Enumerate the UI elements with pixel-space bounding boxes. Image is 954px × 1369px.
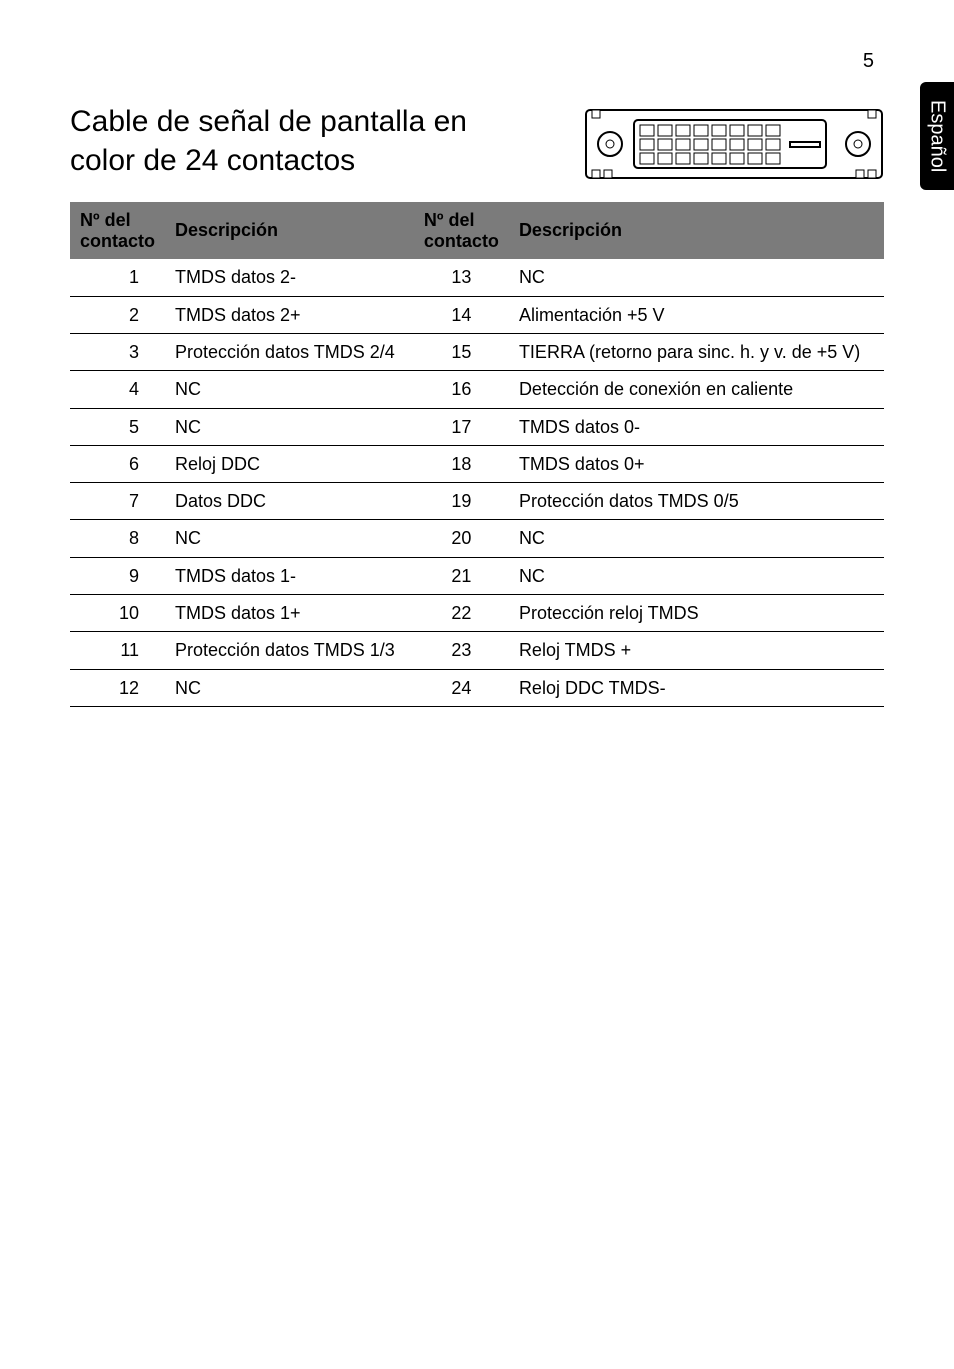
cell-pin: 11	[70, 632, 165, 669]
cell-pin: 14	[414, 296, 509, 333]
pinout-table: Nº delcontacto Descripción Nº delcontact…	[70, 202, 884, 707]
cell-pin: 13	[414, 259, 509, 296]
table-row: 4 NC 16 Detección de conexión en calient…	[70, 371, 884, 408]
cell-pin: 5	[70, 408, 165, 445]
cell-desc: NC	[165, 520, 414, 557]
table-row: 5 NC 17 TMDS datos 0-	[70, 408, 884, 445]
cell-pin: 15	[414, 333, 509, 370]
cell-pin: 1	[70, 259, 165, 296]
dvi-connector-icon	[584, 108, 884, 180]
cell-pin: 20	[414, 520, 509, 557]
cell-pin: 16	[414, 371, 509, 408]
cell-pin: 18	[414, 445, 509, 482]
cell-pin: 19	[414, 483, 509, 520]
col-header-desc2: Descripción	[509, 202, 884, 259]
language-tab: Español	[920, 82, 954, 190]
table-row: 7 Datos DDC 19 Protección datos TMDS 0/5	[70, 483, 884, 520]
cell-desc: TIERRA (retorno para sinc. h. y v. de +5…	[509, 333, 884, 370]
cell-desc: TMDS datos 1+	[165, 595, 414, 632]
cell-pin: 22	[414, 595, 509, 632]
cell-desc: Protección datos TMDS 1/3	[165, 632, 414, 669]
cell-desc: Reloj TMDS +	[509, 632, 884, 669]
cell-desc: Protección datos TMDS 0/5	[509, 483, 884, 520]
col-header-pin1: Nº delcontacto	[70, 202, 165, 259]
cell-pin: 17	[414, 408, 509, 445]
cell-desc: NC	[165, 408, 414, 445]
cell-desc: TMDS datos 0-	[509, 408, 884, 445]
header-row: Cable de señal de pantalla en color de 2…	[70, 102, 884, 180]
col-header-pin2: Nº delcontacto	[414, 202, 509, 259]
cell-desc: NC	[509, 520, 884, 557]
cell-desc: TMDS datos 2+	[165, 296, 414, 333]
cell-pin: 4	[70, 371, 165, 408]
cell-desc: NC	[509, 557, 884, 594]
cell-pin: 6	[70, 445, 165, 482]
cell-pin: 23	[414, 632, 509, 669]
cell-desc: Detección de conexión en caliente	[509, 371, 884, 408]
cell-desc: TMDS datos 0+	[509, 445, 884, 482]
cell-desc: NC	[165, 371, 414, 408]
cell-pin: 7	[70, 483, 165, 520]
cell-pin: 9	[70, 557, 165, 594]
table-row: 9 TMDS datos 1- 21 NC	[70, 557, 884, 594]
col-header-desc1: Descripción	[165, 202, 414, 259]
cell-pin: 2	[70, 296, 165, 333]
table-row: 3 Protección datos TMDS 2/4 15 TIERRA (r…	[70, 333, 884, 370]
table-row: 11 Protección datos TMDS 1/3 23 Reloj TM…	[70, 632, 884, 669]
cell-desc: NC	[165, 669, 414, 706]
page: 5 Cable de señal de pantalla en color de…	[0, 0, 954, 707]
cell-desc: Datos DDC	[165, 483, 414, 520]
page-number: 5	[863, 50, 874, 73]
cell-pin: 24	[414, 669, 509, 706]
table-row: 6 Reloj DDC 18 TMDS datos 0+	[70, 445, 884, 482]
table-row: 2 TMDS datos 2+ 14 Alimentación +5 V	[70, 296, 884, 333]
table-row: 1 TMDS datos 2- 13 NC	[70, 259, 884, 296]
cell-desc: Reloj DDC TMDS-	[509, 669, 884, 706]
cell-desc: Reloj DDC	[165, 445, 414, 482]
cell-pin: 21	[414, 557, 509, 594]
table-body: 1 TMDS datos 2- 13 NC 2 TMDS datos 2+ 14…	[70, 259, 884, 706]
cell-desc: TMDS datos 2-	[165, 259, 414, 296]
table-row: 12 NC 24 Reloj DDC TMDS-	[70, 669, 884, 706]
table-row: 10 TMDS datos 1+ 22 Protección reloj TMD…	[70, 595, 884, 632]
cell-pin: 10	[70, 595, 165, 632]
page-title: Cable de señal de pantalla en color de 2…	[70, 102, 490, 180]
table-header-row: Nº delcontacto Descripción Nº delcontact…	[70, 202, 884, 259]
cell-desc: TMDS datos 1-	[165, 557, 414, 594]
cell-pin: 8	[70, 520, 165, 557]
cell-desc: NC	[509, 259, 884, 296]
table-row: 8 NC 20 NC	[70, 520, 884, 557]
cell-desc: Protección reloj TMDS	[509, 595, 884, 632]
cell-pin: 12	[70, 669, 165, 706]
cell-desc: Protección datos TMDS 2/4	[165, 333, 414, 370]
cell-pin: 3	[70, 333, 165, 370]
cell-desc: Alimentación +5 V	[509, 296, 884, 333]
